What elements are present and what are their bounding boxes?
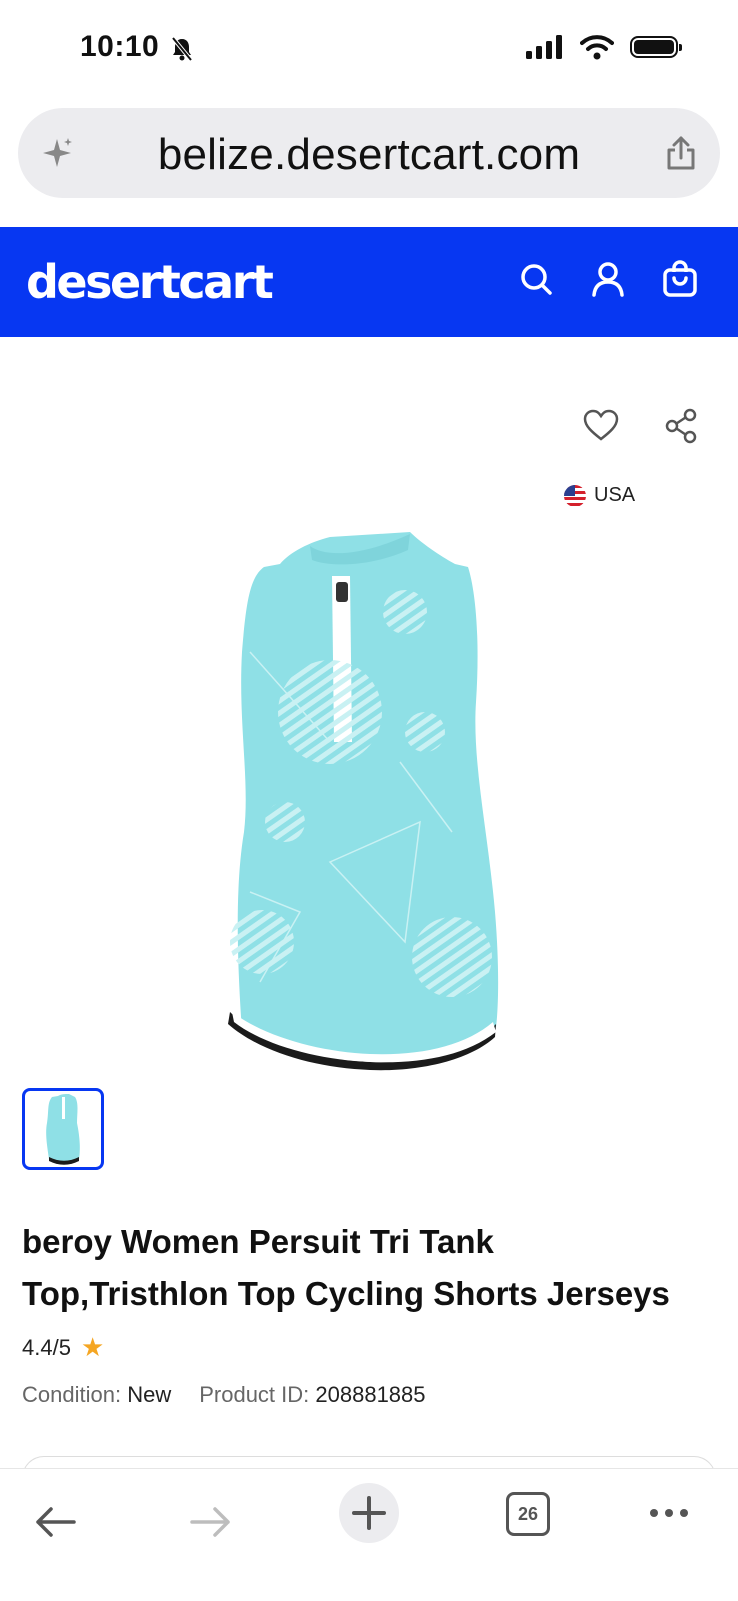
product-image[interactable] — [220, 532, 520, 1092]
product-id-value: 208881885 — [315, 1382, 426, 1407]
bell-slash-icon — [171, 36, 193, 62]
region-selector[interactable]: USA — [564, 484, 635, 507]
plus-icon — [352, 1496, 386, 1530]
us-flag-icon — [564, 484, 586, 507]
wifi-icon — [580, 35, 614, 60]
condition-label: Condition: — [22, 1382, 122, 1407]
product-title-line2: Top,Tristhlon Top Cycling Shorts Jerseys — [22, 1275, 670, 1312]
site-logo[interactable]: desertcart — [26, 255, 274, 309]
url-text[interactable]: belize.desertcart.com — [18, 130, 720, 180]
site-header: desertcart — [0, 227, 738, 337]
product-title-line1: beroy Women Persuit Tri Tank — [22, 1223, 494, 1260]
status-time: 10:10 — [80, 30, 160, 63]
back-icon[interactable] — [34, 1505, 76, 1539]
new-tab-button[interactable] — [339, 1483, 399, 1543]
forward-icon[interactable] — [190, 1505, 232, 1539]
url-bar[interactable]: belize.desertcart.com — [18, 108, 720, 198]
condition-value: New — [127, 1382, 172, 1407]
search-icon[interactable] — [516, 259, 556, 299]
product-title: beroy Women Persuit Tri Tank Top,Tristhl… — [22, 1216, 722, 1320]
browser-toolbar: 26 — [0, 1468, 738, 1601]
region-label: USA — [594, 484, 636, 506]
tab-count: 26 — [517, 1503, 539, 1524]
tabs-button[interactable]: 26 — [506, 1492, 550, 1536]
thumbnail-image — [46, 1094, 80, 1165]
battery-icon — [630, 36, 682, 58]
product-thumbnail[interactable] — [22, 1088, 104, 1170]
rating-value: 4.4/5 — [22, 1334, 71, 1360]
product-id-label: Product ID: — [199, 1382, 310, 1407]
user-icon[interactable] — [588, 259, 628, 299]
signal-icon — [526, 35, 562, 59]
product-meta: Condition: New Product ID: 208881885 — [22, 1382, 426, 1408]
cart-icon[interactable] — [660, 259, 700, 299]
product-rating: 4.4/5 ★ — [22, 1332, 104, 1363]
condition: Condition: New — [22, 1382, 171, 1408]
status-bar: 10:10 — [0, 0, 738, 100]
star-icon: ★ — [80, 1332, 105, 1362]
share-nodes-icon[interactable] — [664, 408, 698, 444]
product-id: Product ID: 208881885 — [199, 1382, 425, 1408]
favorite-heart-icon[interactable] — [582, 408, 620, 442]
more-icon[interactable] — [650, 1509, 688, 1517]
share-icon[interactable] — [664, 134, 698, 172]
